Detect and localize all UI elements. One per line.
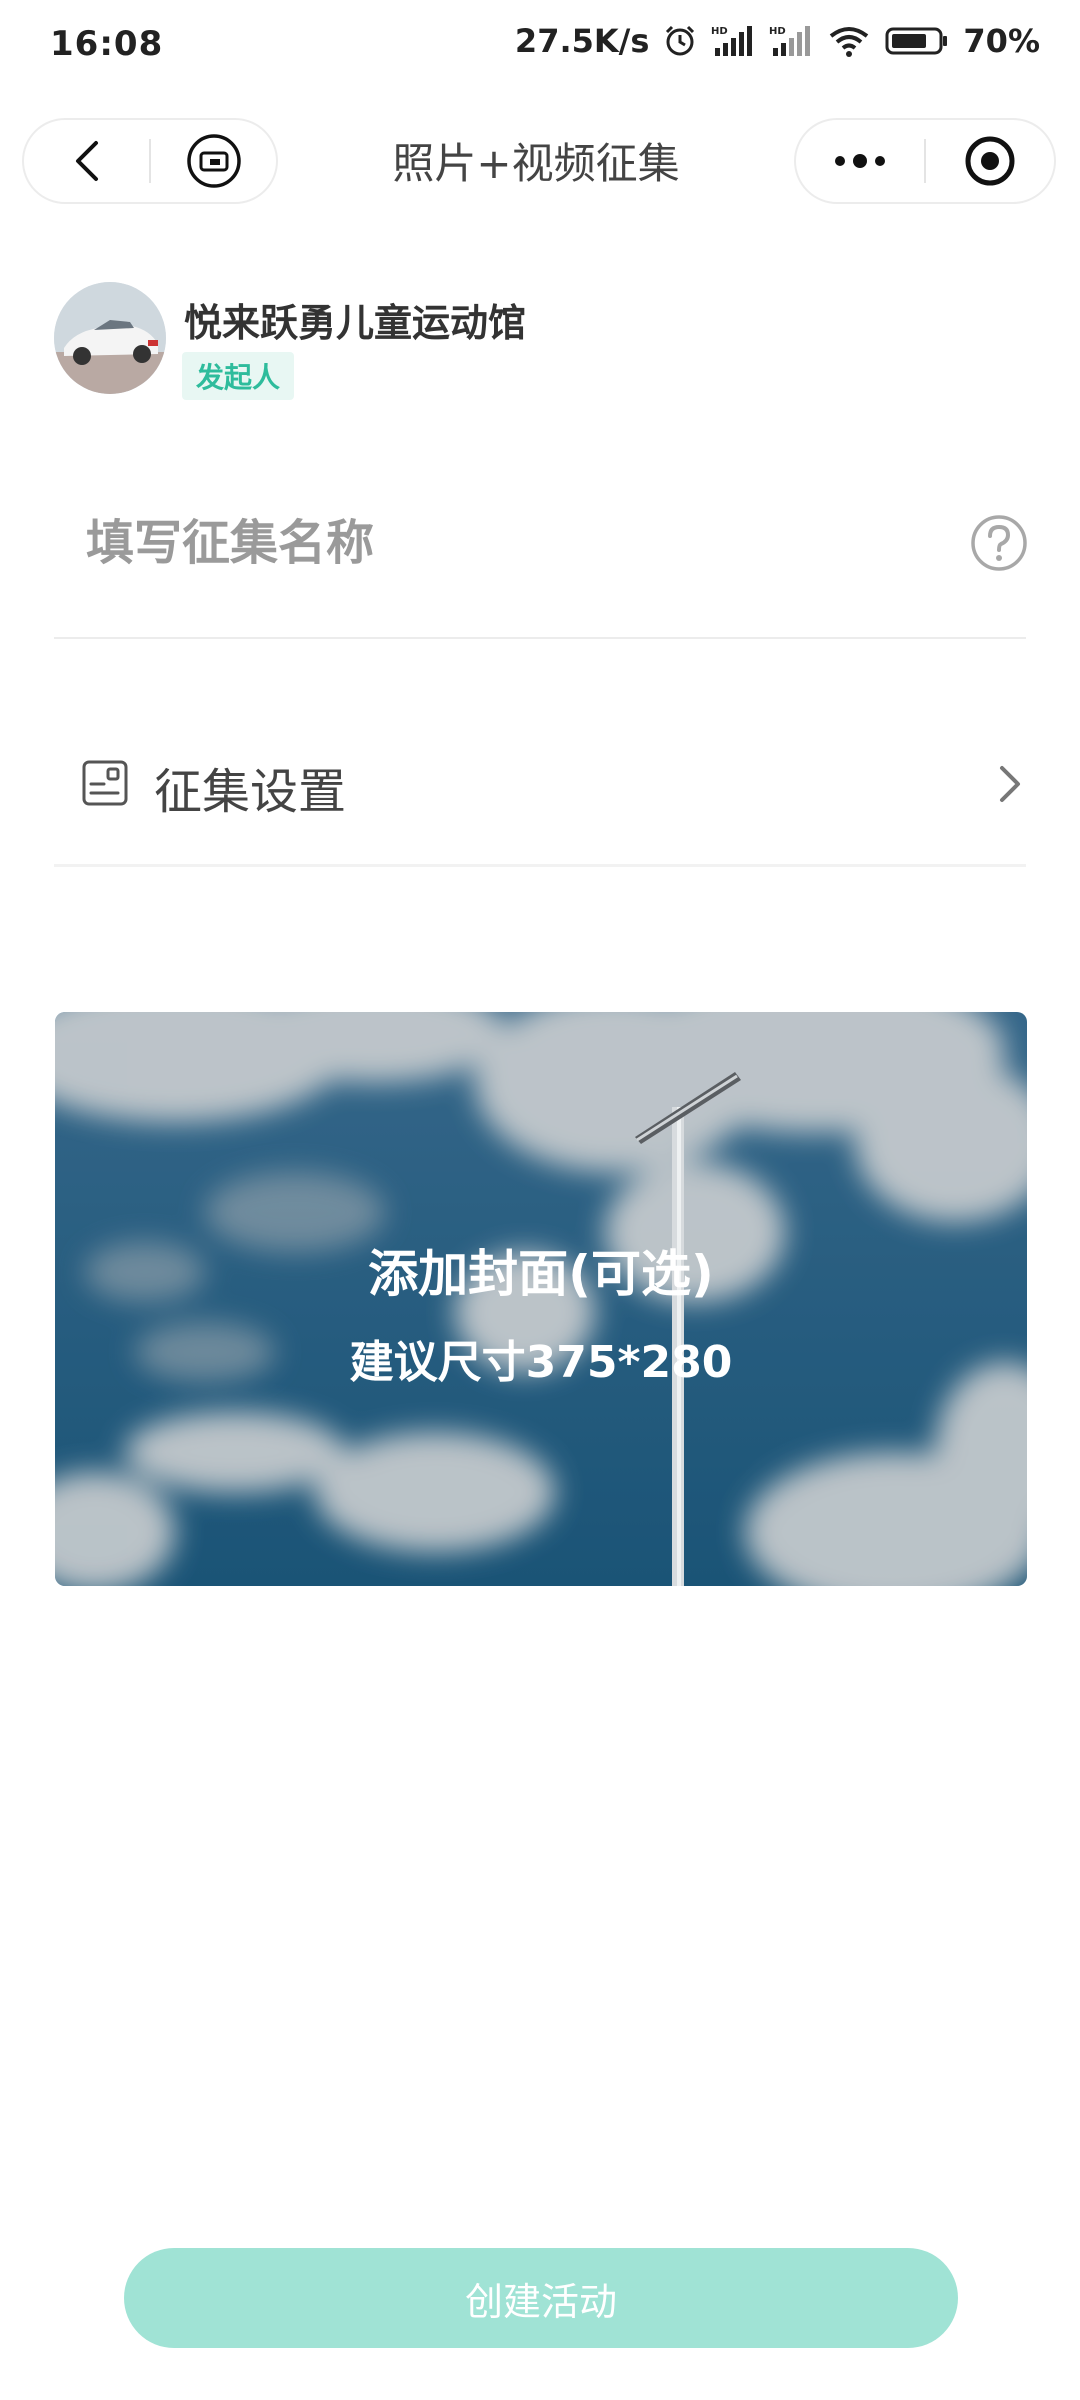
collection-name-input[interactable] xyxy=(84,502,948,584)
battery-icon xyxy=(885,26,949,56)
help-icon[interactable] xyxy=(970,514,1028,572)
signal-icon: HD xyxy=(711,24,755,58)
close-miniprogram-button[interactable] xyxy=(926,120,1054,202)
more-button[interactable] xyxy=(796,120,924,202)
initiator-role-badge: 发起人 xyxy=(182,352,295,400)
status-icons: 27.5K/s HD HD 70% xyxy=(515,22,1040,60)
initiator-name: 悦来跃勇儿童运动馆 xyxy=(184,301,527,345)
avatar xyxy=(54,282,166,394)
settings-card-icon xyxy=(82,760,128,806)
svg-text:HD: HD xyxy=(769,26,786,37)
back-button[interactable] xyxy=(24,120,149,202)
network-speed: 27.5K/s xyxy=(514,22,650,60)
more-icon xyxy=(835,154,885,168)
signal-icon-2: HD xyxy=(769,24,813,58)
cover-size-hint: 建议尺寸375*280 xyxy=(349,1337,733,1388)
cover-upload-area[interactable]: 添加封面(可选) 建议尺寸375*280 xyxy=(55,1012,1027,1586)
page-title: 照片+视频征集 xyxy=(392,139,680,188)
svg-text:HD: HD xyxy=(711,26,728,37)
target-icon xyxy=(965,136,1015,186)
status-bar: 16:08 27.5K/s HD HD 70% xyxy=(0,0,1080,96)
divider xyxy=(54,864,1026,867)
collection-settings-row[interactable]: 征集设置 xyxy=(54,712,1026,862)
video-card-icon xyxy=(186,134,241,188)
back-icon xyxy=(75,141,98,181)
create-activity-button[interactable]: 创建活动 xyxy=(124,2248,958,2348)
alarm-icon xyxy=(663,24,697,58)
video-card-button[interactable] xyxy=(151,120,276,202)
nav-capsule-right xyxy=(794,118,1056,204)
status-time: 16:08 xyxy=(50,24,164,64)
wifi-icon xyxy=(827,24,871,58)
divider xyxy=(54,637,1026,639)
settings-label: 征集设置 xyxy=(154,764,347,820)
battery-percent: 70% xyxy=(963,22,1040,60)
chevron-right-icon xyxy=(1000,766,1020,802)
nav-capsule-left xyxy=(22,118,278,204)
cover-title: 添加封面(可选) xyxy=(368,1245,714,1303)
